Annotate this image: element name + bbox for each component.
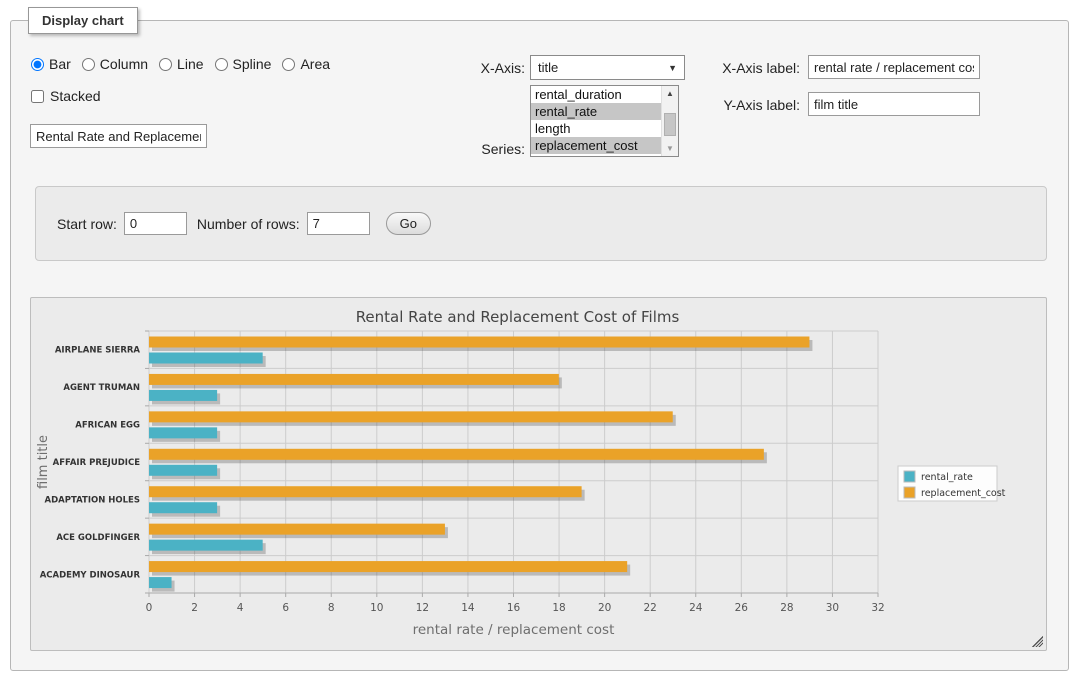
radio-label: Spline [233,56,272,72]
series-option-rental_rate[interactable]: rental_rate [531,103,678,120]
scroll-down-icon[interactable]: ▼ [662,141,678,156]
chart-type-radio-line[interactable]: Line [159,56,203,72]
num-rows-input[interactable] [307,212,370,235]
svg-text:22: 22 [644,602,657,614]
chart-type-radio-group: Bar Column Line Spline Area [31,56,330,72]
radio-button[interactable] [82,58,95,71]
stacked-checkbox-row[interactable]: Stacked [31,88,101,104]
y-axis-label-caption: Y-Axis label: [698,97,800,113]
svg-text:8: 8 [328,602,335,614]
svg-text:16: 16 [507,602,521,614]
page: Display chart Bar Column Line Spline Area St… [0,0,1081,681]
chart-type-radio-column[interactable]: Column [82,56,148,72]
radio-label: Column [100,56,148,72]
svg-text:30: 30 [826,602,839,614]
resize-handle-icon[interactable] [1032,636,1043,647]
x-axis-selected-value: title [538,60,668,75]
chart-type-radio-spline[interactable]: Spline [215,56,272,72]
svg-text:6: 6 [282,602,289,614]
svg-text:AFRICAN EGG: AFRICAN EGG [75,421,140,431]
svg-text:14: 14 [461,602,475,614]
y-axis-label-input[interactable] [808,92,980,116]
x-axis-select[interactable]: title ▼ [530,55,685,80]
chart-type-radio-bar[interactable]: Bar [31,56,71,72]
svg-text:rental rate / replacement cost: rental rate / replacement cost [413,622,615,638]
series-options: rental_durationrental_ratelengthreplacem… [531,86,678,154]
radio-button[interactable] [31,58,44,71]
svg-text:ACADEMY DINOSAUR: ACADEMY DINOSAUR [40,570,141,580]
svg-text:2: 2 [191,602,198,614]
svg-text:26: 26 [735,602,749,614]
svg-text:AFFAIR PREJUDICE: AFFAIR PREJUDICE [53,458,141,468]
scrollbar-thumb[interactable] [664,113,676,136]
radio-label: Line [177,56,203,72]
series-option-length[interactable]: length [531,120,678,137]
fieldset-title: Display chart [28,7,138,34]
svg-text:replacement_cost: replacement_cost [921,488,1006,499]
svg-text:12: 12 [416,602,429,614]
scroll-up-icon[interactable]: ▲ [662,86,678,101]
svg-text:ACE GOLDFINGER: ACE GOLDFINGER [56,533,140,543]
svg-text:Rental Rate and Replacement Co: Rental Rate and Replacement Cost of Film… [356,308,680,326]
num-rows-label: Number of rows: [197,216,300,232]
svg-text:ADAPTATION HOLES: ADAPTATION HOLES [45,495,140,505]
chart-type-radio-area[interactable]: Area [282,56,330,72]
stacked-label: Stacked [50,88,101,104]
bar-chart: 02468101214161820222426283032AIRPLANE SI… [31,298,1046,650]
chart-title-input[interactable] [30,124,207,148]
start-row-label: Start row: [57,216,117,232]
radio-button[interactable] [215,58,228,71]
svg-text:AGENT TRUMAN: AGENT TRUMAN [63,383,140,393]
series-option-replacement_cost[interactable]: replacement_cost [531,137,678,154]
svg-text:10: 10 [370,602,383,614]
svg-text:rental_rate: rental_rate [921,472,973,483]
x-axis-select-label: X-Axis: [420,60,525,76]
radio-button[interactable] [282,58,295,71]
series-scrollbar[interactable]: ▲ ▼ [661,86,678,156]
x-axis-label-input[interactable] [808,55,980,79]
svg-text:32: 32 [871,602,884,614]
chevron-down-icon: ▼ [668,63,677,73]
start-row-input[interactable] [124,212,187,235]
go-button[interactable]: Go [386,212,431,235]
radio-button[interactable] [159,58,172,71]
radio-label: Bar [49,56,71,72]
svg-text:28: 28 [780,602,793,614]
svg-text:18: 18 [552,602,565,614]
radio-label: Area [300,56,330,72]
series-listbox[interactable]: rental_durationrental_ratelengthreplacem… [530,85,679,157]
stacked-checkbox[interactable] [31,90,44,103]
svg-text:film title: film title [36,435,51,489]
svg-text:4: 4 [237,602,244,614]
series-list-label: Series: [420,141,525,157]
x-axis-label-caption: X-Axis label: [698,60,800,76]
svg-text:0: 0 [146,602,153,614]
chart-container: 02468101214161820222426283032AIRPLANE SI… [30,297,1047,651]
row-range-panel: Start row: Number of rows: Go [35,186,1047,261]
svg-text:20: 20 [598,602,611,614]
series-option-rental_duration[interactable]: rental_duration [531,86,678,103]
svg-text:AIRPLANE SIERRA: AIRPLANE SIERRA [55,346,141,356]
svg-text:24: 24 [689,602,703,614]
